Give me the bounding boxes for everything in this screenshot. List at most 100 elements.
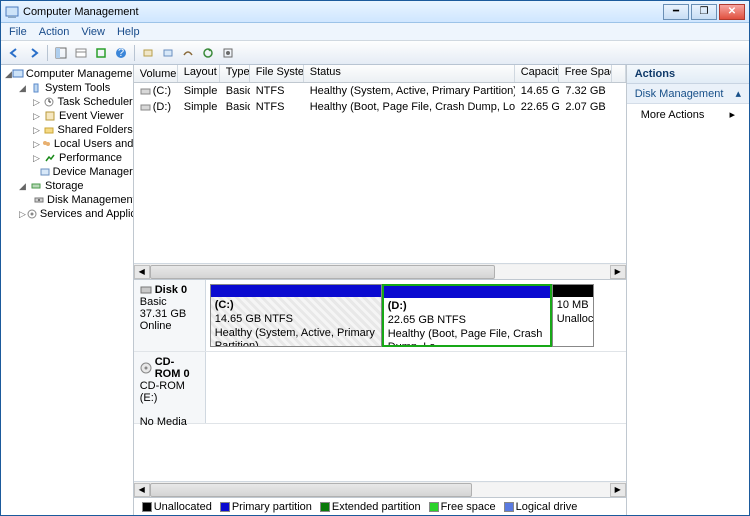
close-button[interactable]: ✕ <box>719 4 745 20</box>
services-icon <box>26 208 38 220</box>
legend-swatch-logical <box>504 502 514 512</box>
show-hide-tree-button[interactable] <box>52 44 70 62</box>
partition-header-unallocated <box>553 285 593 297</box>
col-layout[interactable]: Layout <box>178 65 220 82</box>
volume-header: Volume Layout Type File System Status Ca… <box>134 65 626 83</box>
main-area: ◢Computer Management (Local) ◢System Too… <box>1 65 749 515</box>
menu-help[interactable]: Help <box>117 26 140 38</box>
volume-row[interactable]: (C:) Simple Basic NTFS Healthy (System, … <box>134 83 626 99</box>
disk-graphical-view: Disk 0 Basic 37.31 GB Online (C:) 14.65 … <box>134 279 626 481</box>
partition-header-logical <box>384 286 550 298</box>
actions-section-disk-mgmt[interactable]: Disk Management ▴ <box>627 84 749 104</box>
tool-button-d[interactable] <box>199 44 217 62</box>
back-button[interactable] <box>5 44 23 62</box>
storage-icon <box>29 180 43 192</box>
actions-header: Actions <box>627 65 749 84</box>
tool-button-a[interactable] <box>139 44 157 62</box>
hscrollbar-bottom[interactable]: ◀ ▶ <box>134 481 626 497</box>
scroll-left-icon[interactable]: ◀ <box>134 265 150 279</box>
tree-system-tools[interactable]: ◢System Tools <box>15 81 133 95</box>
actions-more[interactable]: More Actions ▸ <box>627 104 749 125</box>
clock-icon <box>42 96 55 108</box>
menu-view[interactable]: View <box>81 26 105 38</box>
menu-file[interactable]: File <box>9 26 27 38</box>
properties-button[interactable] <box>72 44 90 62</box>
legend-swatch-extended <box>320 502 330 512</box>
tree-root[interactable]: ◢Computer Management (Local) <box>1 67 133 81</box>
scroll-thumb[interactable] <box>150 483 472 497</box>
drive-icon <box>140 102 151 113</box>
titlebar: Computer Management ━ ❐ ✕ <box>1 1 749 23</box>
toolbar-separator <box>134 45 135 61</box>
hscrollbar-top[interactable]: ◀ ▶ <box>134 263 626 279</box>
cdrom-row[interactable]: CD-ROM 0 CD-ROM (E:) No Media <box>134 352 626 424</box>
performance-icon <box>43 152 57 164</box>
tool-button-c[interactable] <box>179 44 197 62</box>
tree-device-manager[interactable]: Device Manager <box>29 165 133 179</box>
volume-list[interactable]: (C:) Simple Basic NTFS Healthy (System, … <box>134 83 626 263</box>
col-extra[interactable] <box>612 65 626 82</box>
center-pane: Volume Layout Type File System Status Ca… <box>134 65 626 515</box>
scroll-thumb[interactable] <box>150 265 495 279</box>
tool-button-e[interactable] <box>219 44 237 62</box>
window-controls: ━ ❐ ✕ <box>663 4 745 20</box>
drive-icon <box>140 86 151 97</box>
users-icon <box>40 138 52 150</box>
maximize-button[interactable]: ❐ <box>691 4 717 20</box>
tree-shared-folders[interactable]: ▷Shared Folders <box>29 123 133 137</box>
cdrom-label[interactable]: CD-ROM 0 CD-ROM (E:) No Media <box>134 352 206 423</box>
tree-disk-management[interactable]: Disk Management <box>29 193 133 207</box>
col-type[interactable]: Type <box>220 65 250 82</box>
device-icon <box>39 166 51 178</box>
legend-swatch-free <box>429 502 439 512</box>
col-volume[interactable]: Volume <box>134 65 178 82</box>
chevron-up-icon: ▴ <box>735 87 741 100</box>
tree-pane: ◢Computer Management (Local) ◢System Too… <box>1 65 134 515</box>
tree-storage[interactable]: ◢Storage <box>15 179 133 193</box>
event-icon <box>43 110 57 122</box>
computer-icon <box>12 68 24 80</box>
cdrom-partitions <box>206 352 626 423</box>
disk-icon <box>33 194 45 206</box>
toolbar: ? <box>1 41 749 65</box>
refresh-button[interactable] <box>92 44 110 62</box>
partition-d[interactable]: (D:) 22.65 GB NTFS Healthy (Boot, Page F… <box>382 284 552 347</box>
window-title: Computer Management <box>23 6 663 18</box>
disk-icon <box>140 285 152 295</box>
col-filesystem[interactable]: File System <box>250 65 304 82</box>
tools-icon <box>29 82 43 94</box>
disk-row[interactable]: Disk 0 Basic 37.31 GB Online (C:) 14.65 … <box>134 280 626 352</box>
app-icon <box>5 5 19 19</box>
toolbar-separator <box>47 45 48 61</box>
tree-performance[interactable]: ▷Performance <box>29 151 133 165</box>
volume-row[interactable]: (D:) Simple Basic NTFS Healthy (Boot, Pa… <box>134 99 626 115</box>
col-status[interactable]: Status <box>304 65 515 82</box>
col-capacity[interactable]: Capacity <box>515 65 559 82</box>
scroll-right-icon[interactable]: ▶ <box>610 265 626 279</box>
scroll-left-icon[interactable]: ◀ <box>134 483 150 497</box>
tree-event-viewer[interactable]: ▷Event Viewer <box>29 109 133 123</box>
menu-bar: File Action View Help <box>1 23 749 41</box>
svg-text:?: ? <box>118 47 124 59</box>
tree-local-users[interactable]: ▷Local Users and Groups <box>29 137 133 151</box>
menu-action[interactable]: Action <box>39 26 70 38</box>
legend-swatch-primary <box>220 502 230 512</box>
forward-button[interactable] <box>25 44 43 62</box>
tree-services-apps[interactable]: ▷Services and Applications <box>15 207 133 221</box>
nav-tree[interactable]: ◢Computer Management (Local) ◢System Too… <box>1 67 133 221</box>
col-free-space[interactable]: Free Space <box>559 65 612 82</box>
partition-unallocated[interactable]: 10 MB Unalloc <box>552 284 594 347</box>
minimize-button[interactable]: ━ <box>663 4 689 20</box>
partition-c[interactable]: (C:) 14.65 GB NTFS Healthy (System, Acti… <box>210 284 382 347</box>
actions-pane: Actions Disk Management ▴ More Actions ▸ <box>626 65 749 515</box>
scroll-right-icon[interactable]: ▶ <box>610 483 626 497</box>
disk-partitions: (C:) 14.65 GB NTFS Healthy (System, Acti… <box>206 280 626 351</box>
partition-header-primary <box>211 285 381 297</box>
tool-button-b[interactable] <box>159 44 177 62</box>
folder-share-icon <box>42 124 55 136</box>
cdrom-icon <box>140 362 152 374</box>
help-button[interactable]: ? <box>112 44 130 62</box>
disk-label[interactable]: Disk 0 Basic 37.31 GB Online <box>134 280 206 351</box>
legend-swatch-unallocated <box>142 502 152 512</box>
tree-task-scheduler[interactable]: ▷Task Scheduler <box>29 95 133 109</box>
